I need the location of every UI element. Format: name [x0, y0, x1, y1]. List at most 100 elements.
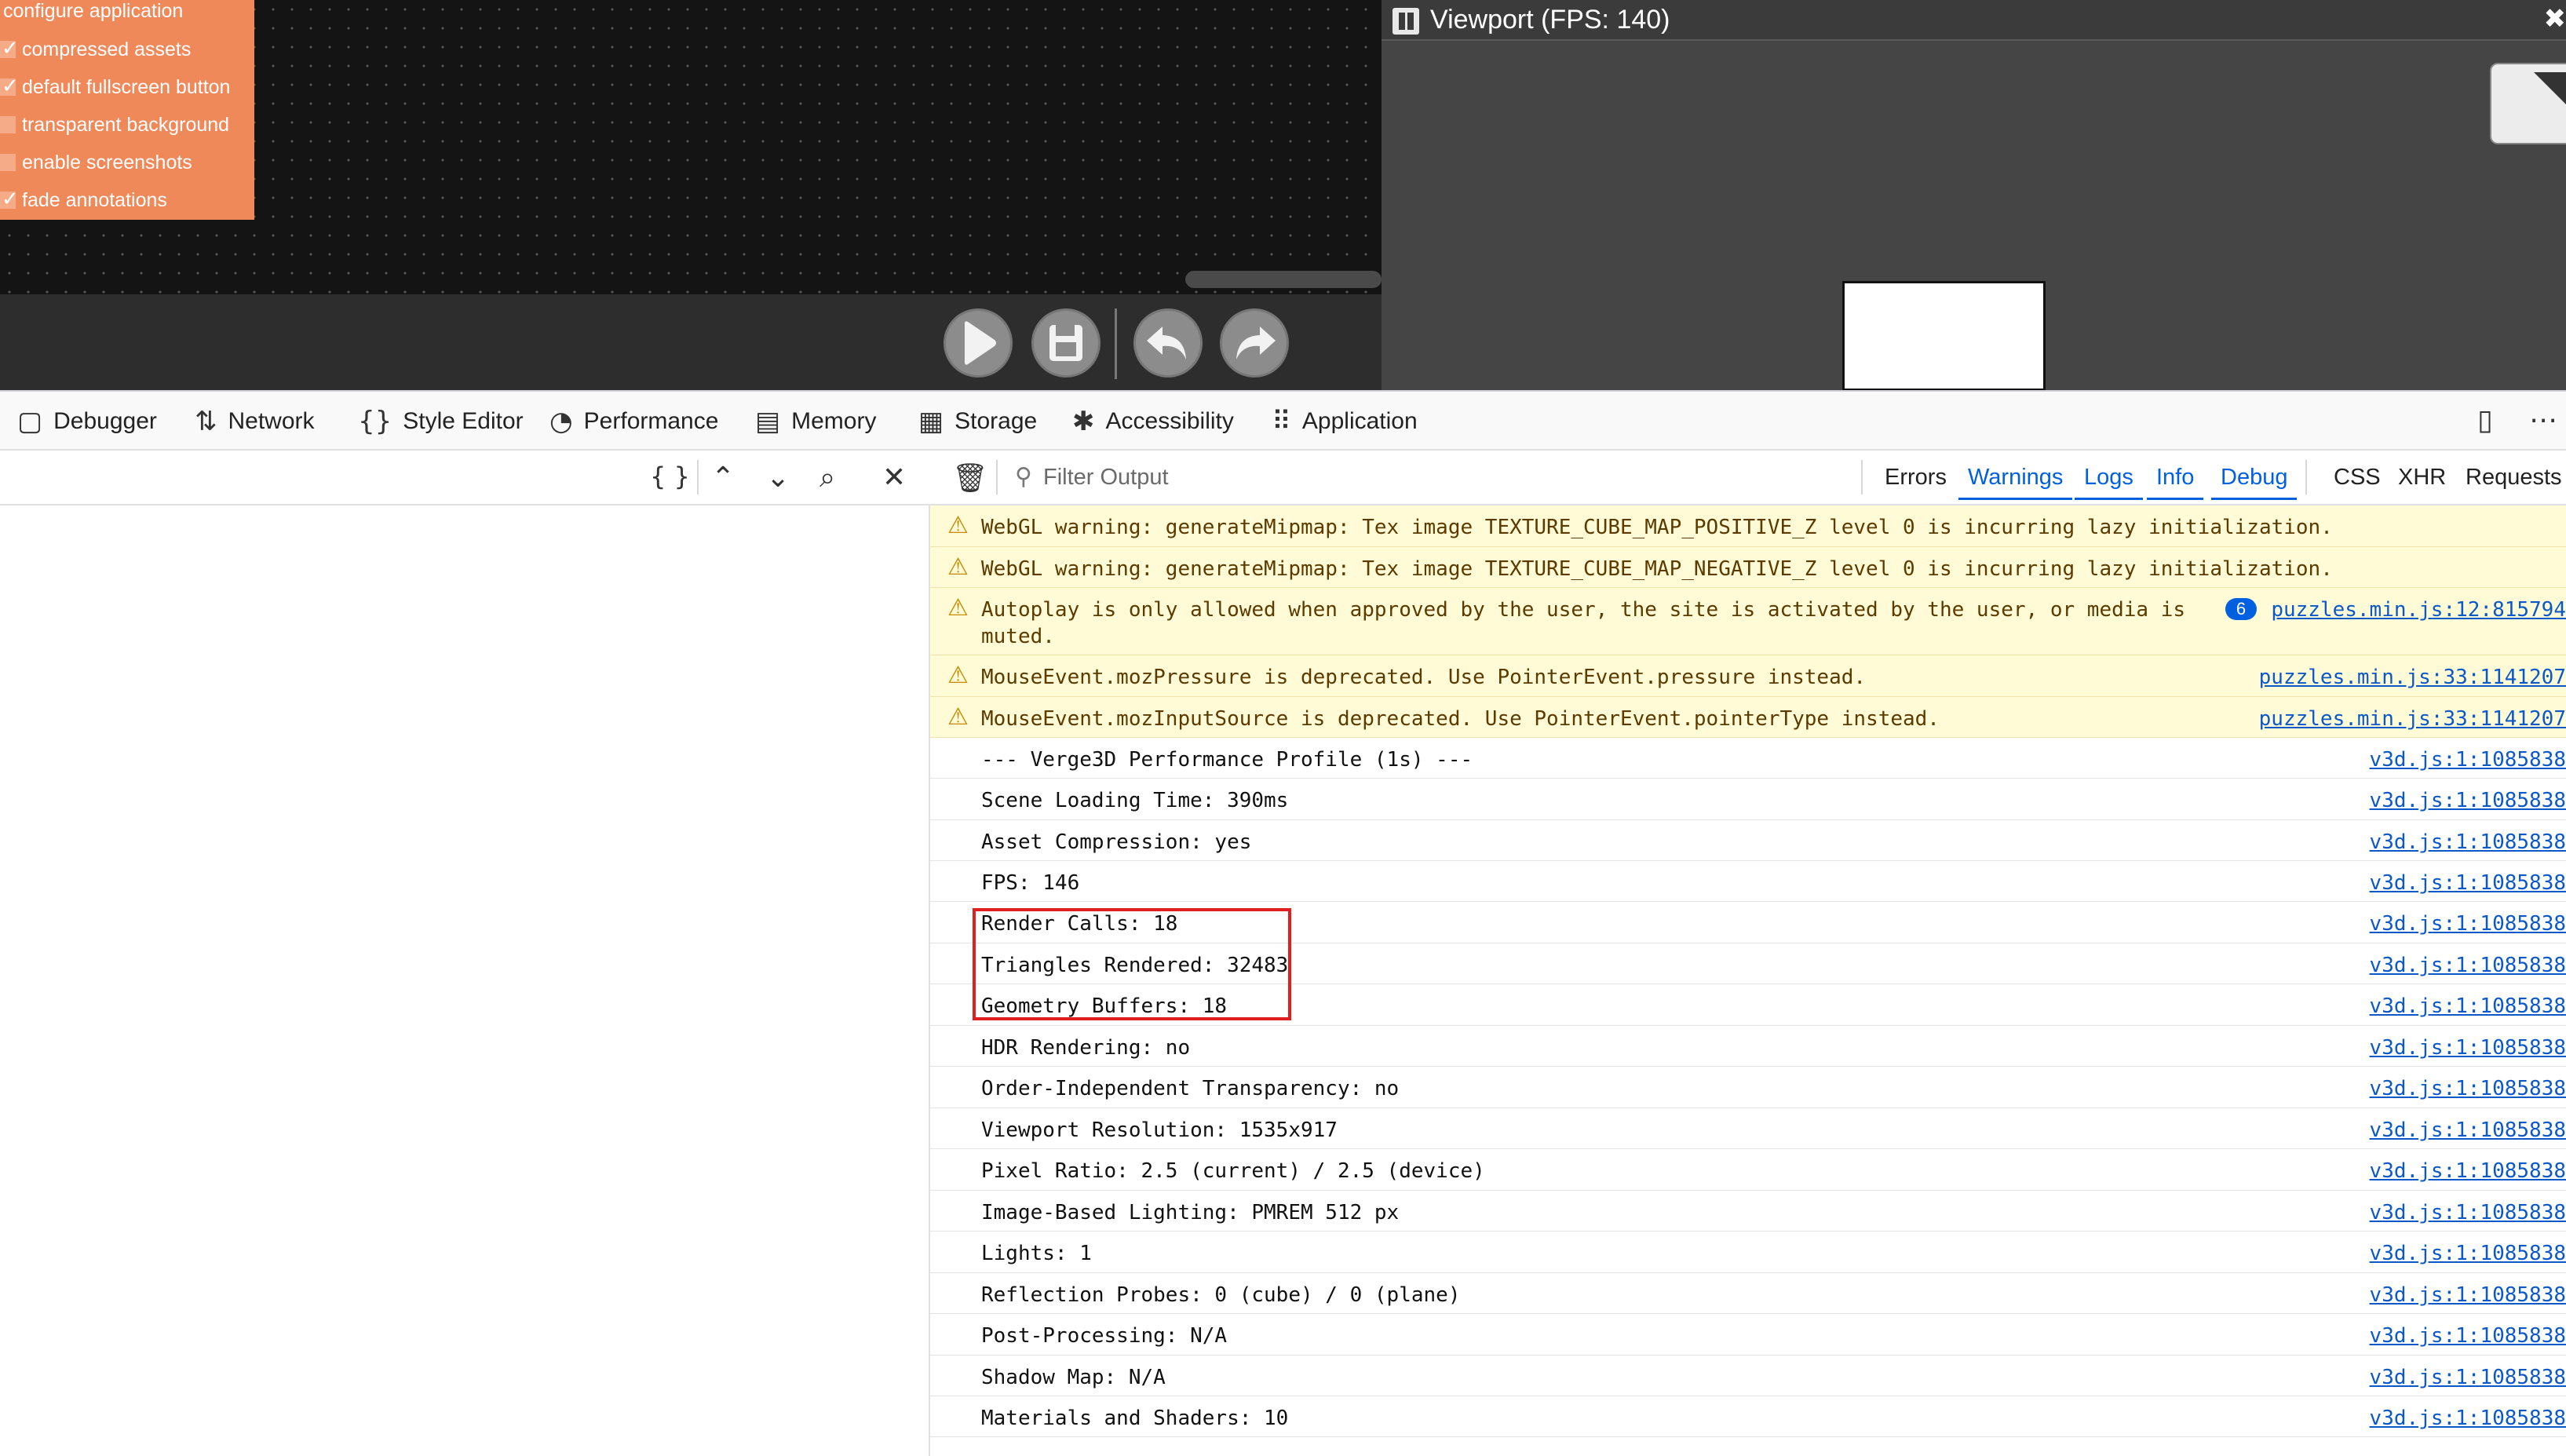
- repeat-count-badge: 6: [2225, 598, 2257, 620]
- close-icon[interactable]: ✕: [882, 462, 906, 494]
- chevron-up-icon[interactable]: ⌃: [711, 462, 735, 494]
- checkbox[interactable]: [0, 154, 16, 171]
- toolbar-separator: [1115, 308, 1117, 379]
- message-text: Render Calls: 18: [981, 912, 1178, 936]
- checkbox[interactable]: [0, 77, 19, 96]
- checkbox[interactable]: [0, 39, 19, 58]
- tab-label: Debugger: [53, 408, 157, 434]
- pretty-print-icon[interactable]: { }: [650, 462, 690, 491]
- filter-xhr-button[interactable]: XHR: [2398, 465, 2446, 491]
- tab-label: Application: [1301, 408, 1418, 434]
- source-link[interactable]: v3d.js:1:1085838: [2370, 829, 2566, 856]
- source-link[interactable]: puzzles.min.js:12:815794: [2271, 597, 2566, 623]
- config-item-transparent-background[interactable]: transparent background: [0, 109, 229, 140]
- filter-warnings-button[interactable]: Warnings: [1958, 458, 2073, 500]
- console-message: --- Verge3D Performance Profile (1s) ---…: [930, 738, 2566, 779]
- filter-output-input[interactable]: Filter Output: [1043, 465, 1169, 491]
- filter-debug-button[interactable]: Debug: [2210, 458, 2298, 500]
- source-link[interactable]: v3d.js:1:1085838: [2370, 1199, 2566, 1226]
- console-message: Viewport Resolution: 1535x917 v3d.js:1:1…: [930, 1108, 2566, 1149]
- source-link[interactable]: v3d.js:1:1085838: [2370, 1364, 2566, 1391]
- tab-debugger[interactable]: ▢ Debugger: [17, 406, 157, 437]
- source-link[interactable]: v3d.js:1:1085838: [2370, 910, 2566, 937]
- console-output[interactable]: ⚠ WebGL warning: generateMipmap: Tex ima…: [930, 505, 2566, 1456]
- warning-icon: ⚠: [947, 662, 969, 689]
- memory-icon: ▤: [755, 406, 781, 437]
- tab-style-editor[interactable]: {} Style Editor: [358, 406, 524, 437]
- toolbar-separator: [996, 460, 998, 494]
- tab-network[interactable]: ⇅ Network: [195, 406, 315, 437]
- debugger-icon: ▢: [17, 406, 43, 437]
- play-button[interactable]: [944, 308, 1013, 378]
- filter-info-button[interactable]: Info: [2146, 458, 2204, 500]
- more-options-icon[interactable]: ⋯: [2529, 404, 2557, 436]
- tab-memory[interactable]: ▤ Memory: [755, 406, 876, 437]
- message-text: Triangles Rendered: 32483: [981, 954, 1289, 977]
- checkbox[interactable]: [0, 190, 19, 209]
- viewport-corner-button[interactable]: [2490, 63, 2566, 144]
- filter-css-button[interactable]: CSS: [2334, 465, 2381, 491]
- source-link[interactable]: v3d.js:1:1085838: [2370, 1240, 2566, 1267]
- console-message: Post-Processing: N/A v3d.js:1:1085838: [930, 1314, 2566, 1356]
- tab-application[interactable]: ⠿ Application: [1272, 406, 1418, 437]
- console-message: Geometry Buffers: 18 v3d.js:1:1085838: [930, 984, 2566, 1026]
- message-text: Post-Processing: N/A: [981, 1324, 1228, 1348]
- storage-icon: ▦: [918, 406, 944, 437]
- close-icon[interactable]: ✖: [2544, 3, 2566, 35]
- filter-logs-button[interactable]: Logs: [2075, 458, 2143, 500]
- pause-icon[interactable]: [1393, 8, 1419, 35]
- style-editor-icon: {}: [358, 406, 392, 437]
- save-icon: [1049, 325, 1082, 361]
- message-text: Viewport Resolution: 1535x917: [981, 1118, 1338, 1142]
- console-message: Pixel Ratio: 2.5 (current) / 2.5 (device…: [930, 1149, 2566, 1191]
- console-message: ⚠ Autoplay is only allowed when approved…: [930, 588, 2566, 655]
- source-link[interactable]: v3d.js:1:1085838: [2370, 993, 2566, 1020]
- source-link[interactable]: v3d.js:1:1085838: [2370, 870, 2566, 896]
- tab-label: Performance: [583, 408, 719, 434]
- redo-button[interactable]: [1220, 308, 1289, 378]
- chevron-down-icon[interactable]: ⌄: [766, 462, 790, 494]
- checkbox[interactable]: [0, 116, 16, 133]
- responsive-design-icon[interactable]: ▯: [2477, 404, 2493, 436]
- config-item-compressed-assets[interactable]: compressed assets: [0, 34, 191, 65]
- config-item-fade-annotations[interactable]: fade annotations: [0, 184, 167, 216]
- tab-accessibility[interactable]: ✱ Accessibility: [1072, 406, 1234, 437]
- source-link[interactable]: puzzles.min.js:33:1141207: [2259, 706, 2566, 732]
- source-link[interactable]: v3d.js:1:1085838: [2370, 1035, 2566, 1061]
- tab-storage[interactable]: ▦ Storage: [918, 406, 1037, 437]
- tab-label: Storage: [954, 408, 1038, 434]
- tab-label: Memory: [791, 408, 877, 434]
- source-link[interactable]: v3d.js:1:1085838: [2370, 746, 2566, 773]
- filter-requests-button[interactable]: Requests: [2466, 465, 2562, 491]
- message-text: Shadow Map: N/A: [981, 1366, 1166, 1389]
- message-text: WebGL warning: generateMipmap: Tex image…: [981, 516, 2333, 539]
- message-text: MouseEvent.mozInputSource is deprecated.…: [981, 707, 1940, 731]
- network-icon: ⇅: [195, 406, 217, 437]
- config-item-label: compressed assets: [22, 38, 192, 60]
- trash-icon[interactable]: 🗑: [952, 462, 988, 494]
- source-link[interactable]: v3d.js:1:1085838: [2370, 1075, 2566, 1102]
- search-icon[interactable]: ⌕: [819, 462, 835, 494]
- warning-icon: ⚠: [947, 553, 969, 581]
- horizontal-scrollbar[interactable]: [1185, 271, 1382, 288]
- filter-errors-button[interactable]: Errors: [1885, 465, 1947, 491]
- message-text: Geometry Buffers: 18: [981, 994, 1228, 1018]
- console-message: Materials and Shaders: 10 v3d.js:1:10858…: [930, 1396, 2566, 1437]
- message-text: Reflection Probes: 0 (cube) / 0 (plane): [981, 1283, 1461, 1307]
- source-link[interactable]: puzzles.min.js:33:1141207: [2259, 664, 2566, 691]
- config-item-default-fullscreen-button[interactable]: default fullscreen button: [0, 71, 230, 103]
- source-link[interactable]: v3d.js:1:1085838: [2370, 1323, 2566, 1349]
- tab-label: Style Editor: [403, 408, 524, 434]
- save-button[interactable]: [1031, 308, 1100, 378]
- config-item-enable-screenshots[interactable]: enable screenshots: [0, 147, 192, 178]
- undo-button[interactable]: [1133, 308, 1203, 378]
- source-link[interactable]: v3d.js:1:1085838: [2370, 1282, 2566, 1308]
- source-link[interactable]: v3d.js:1:1085838: [2370, 1158, 2566, 1184]
- undo-icon: [1147, 327, 1186, 359]
- tab-performance[interactable]: ◔ Performance: [549, 406, 718, 437]
- warning-icon: ⚠: [947, 703, 969, 731]
- source-link[interactable]: v3d.js:1:1085838: [2370, 787, 2566, 814]
- source-link[interactable]: v3d.js:1:1085838: [2370, 1405, 2566, 1432]
- source-link[interactable]: v3d.js:1:1085838: [2370, 952, 2566, 979]
- source-link[interactable]: v3d.js:1:1085838: [2370, 1117, 2566, 1144]
